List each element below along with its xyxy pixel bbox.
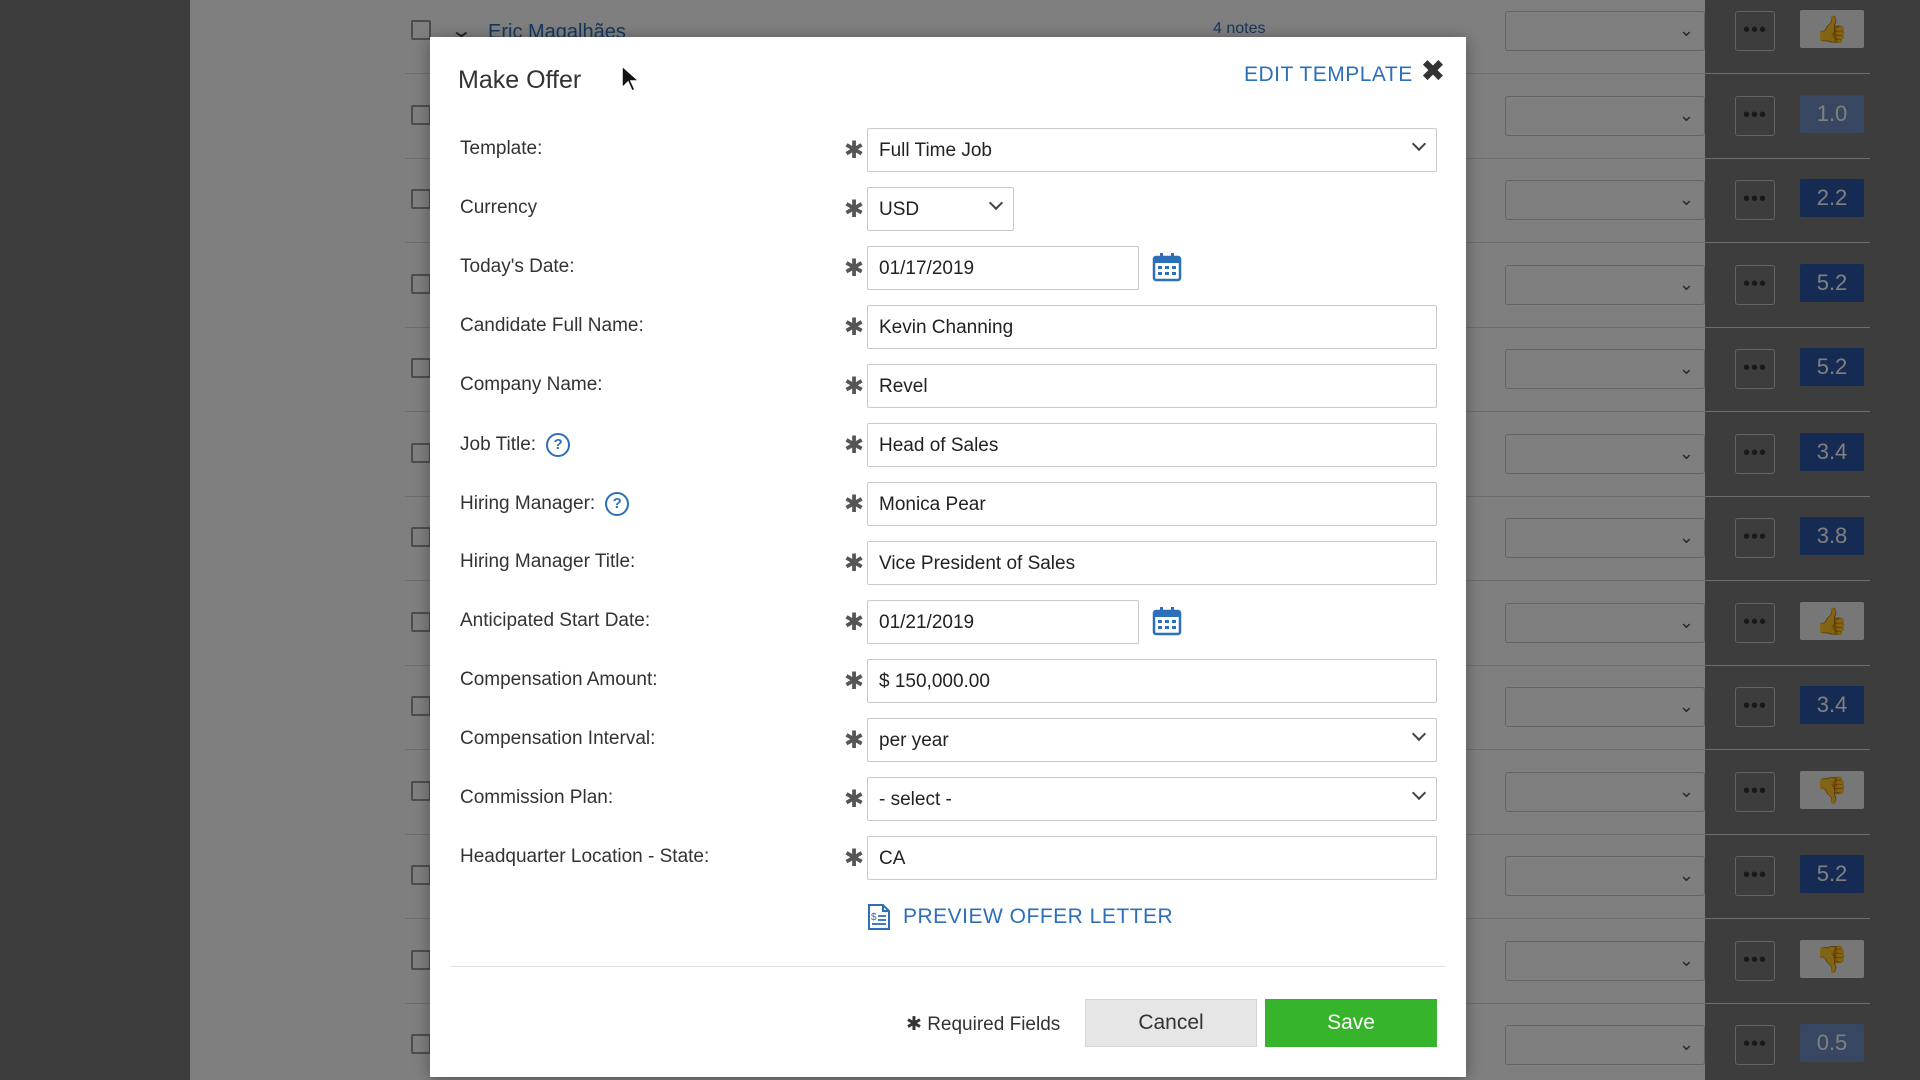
required-icon: ✱ <box>844 373 865 400</box>
template-select[interactable]: Full Time Job <box>867 128 1437 172</box>
chevron-down-icon <box>988 195 1004 211</box>
edit-template-link[interactable]: EDIT TEMPLATE <box>1244 63 1413 87</box>
commission-plan-label: Commission Plan: <box>460 787 614 808</box>
commission-plan-select[interactable]: - select - <box>867 777 1437 821</box>
currency-value: USD <box>879 199 920 220</box>
required-icon: ✱ <box>844 727 865 754</box>
currency-label: Currency <box>460 197 538 218</box>
compensation-interval-row: Compensation Interval: ✱ per year <box>430 718 1466 762</box>
mouse-cursor-icon <box>621 64 641 93</box>
calendar-icon[interactable] <box>1152 252 1182 282</box>
hq-state-input[interactable]: CA <box>867 836 1437 880</box>
hq-state-label: Headquarter Location - State: <box>460 846 710 867</box>
required-icon: ✱ <box>844 432 865 459</box>
preview-offer-letter-link[interactable]: $ PREVIEW OFFER LETTER <box>867 903 1173 931</box>
compensation-amount-row: Compensation Amount: ✱ $ 150,000.00 <box>430 659 1466 703</box>
template-label: Template: <box>460 138 543 159</box>
save-button[interactable]: Save <box>1265 999 1437 1047</box>
commission-plan-value: - select - <box>879 789 952 810</box>
close-icon[interactable]: ✖ <box>1418 57 1448 87</box>
hiring-manager-title-input[interactable]: Vice President of Sales <box>867 541 1437 585</box>
chevron-down-icon <box>1411 785 1427 801</box>
candidate-name-row: Candidate Full Name: ✱ Kevin Channing <box>430 305 1466 349</box>
candidate-name-label: Candidate Full Name: <box>460 315 644 336</box>
svg-text:$: $ <box>871 912 877 923</box>
start-date-input[interactable]: 01/21/2019 <box>867 600 1139 644</box>
required-icon: ✱ <box>844 491 865 518</box>
dialog-title: Make Offer <box>458 66 582 94</box>
currency-row: Currency ✱ USD <box>430 187 1466 231</box>
compensation-amount-label: Compensation Amount: <box>460 669 658 690</box>
preview-offer-letter-label: PREVIEW OFFER LETTER <box>903 905 1174 928</box>
make-offer-dialog: Make Offer EDIT TEMPLATE ✖ Template: ✱ F… <box>430 37 1466 1077</box>
hiring-manager-row: Hiring Manager:? ✱ Monica Pear <box>430 482 1466 526</box>
candidate-name-input[interactable]: Kevin Channing <box>867 305 1437 349</box>
compensation-interval-value: per year <box>879 730 949 751</box>
required-icon: ✱ <box>844 609 865 636</box>
hiring-manager-label-text: Hiring Manager: <box>460 493 596 515</box>
required-icon: ✱ <box>844 314 865 341</box>
compensation-amount-input[interactable]: $ 150,000.00 <box>867 659 1437 703</box>
help-icon[interactable]: ? <box>605 492 630 516</box>
required-icon: ✱ <box>844 137 865 164</box>
todays-date-input[interactable]: 01/17/2019 <box>867 246 1139 290</box>
hiring-manager-input[interactable]: Monica Pear <box>867 482 1437 526</box>
required-icon: ✱ <box>844 550 865 577</box>
job-title-input[interactable]: Head of Sales <box>867 423 1437 467</box>
commission-plan-row: Commission Plan: ✱ - select - <box>430 777 1466 821</box>
hq-state-row: Headquarter Location - State: ✱ CA <box>430 836 1466 880</box>
compensation-interval-label: Compensation Interval: <box>460 728 656 749</box>
chevron-down-icon <box>1411 726 1427 742</box>
required-icon: ✱ <box>844 786 865 813</box>
start-date-label: Anticipated Start Date: <box>460 610 651 631</box>
job-title-row: Job Title:? ✱ Head of Sales <box>430 423 1466 467</box>
required-icon: ✱ <box>844 196 865 223</box>
calendar-icon[interactable] <box>1152 606 1182 636</box>
required-icon: ✱ <box>844 668 865 695</box>
cancel-button[interactable]: Cancel <box>1085 999 1257 1047</box>
currency-select[interactable]: USD <box>867 187 1014 231</box>
hiring-manager-title-label: Hiring Manager Title: <box>460 551 636 572</box>
required-icon: ✱ <box>844 255 865 282</box>
footer-divider <box>450 966 1446 967</box>
company-name-row: Company Name: ✱ Revel <box>430 364 1466 408</box>
hiring-manager-title-row: Hiring Manager Title: ✱ Vice President o… <box>430 541 1466 585</box>
start-date-row: Anticipated Start Date: ✱ 01/21/2019 <box>430 600 1466 644</box>
document-icon: $ <box>868 904 890 930</box>
template-value: Full Time Job <box>879 140 992 161</box>
hiring-manager-label: Hiring Manager:? <box>460 492 630 516</box>
job-title-label-text: Job Title: <box>460 434 537 456</box>
help-icon[interactable]: ? <box>546 433 571 457</box>
job-title-label: Job Title:? <box>460 433 571 457</box>
compensation-interval-select[interactable]: per year <box>867 718 1437 762</box>
template-row: Template: ✱ Full Time Job <box>430 128 1466 172</box>
required-icon: ✱ <box>844 845 865 872</box>
todays-date-label: Today's Date: <box>460 256 575 277</box>
company-name-input[interactable]: Revel <box>867 364 1437 408</box>
company-name-label: Company Name: <box>460 374 603 395</box>
required-fields-note: ✱ Required Fields <box>906 1014 1061 1035</box>
todays-date-row: Today's Date: ✱ 01/17/2019 <box>430 246 1466 290</box>
chevron-down-icon <box>1411 136 1427 152</box>
